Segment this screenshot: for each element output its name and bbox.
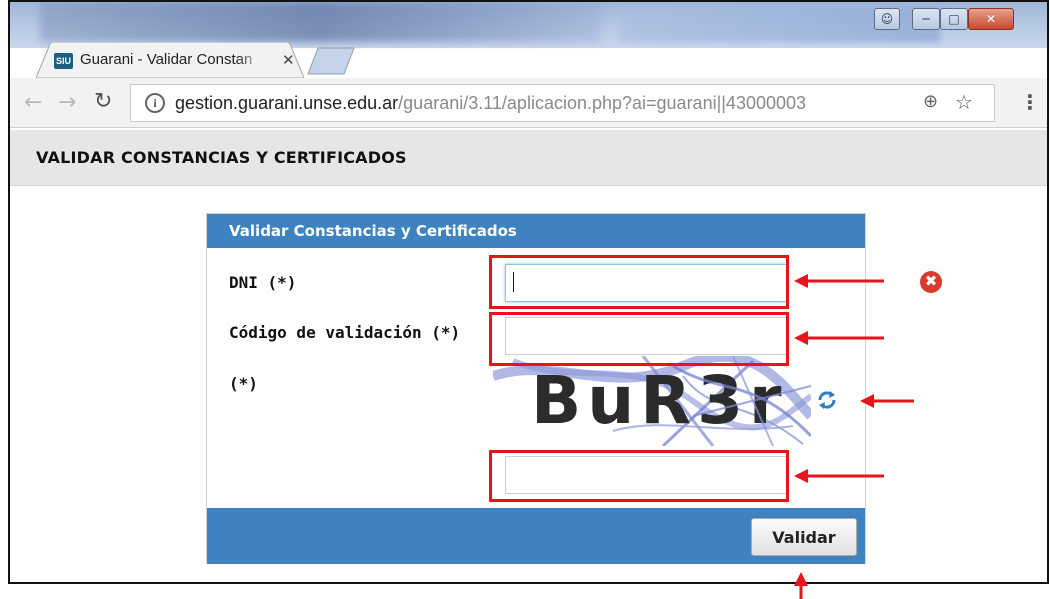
captcha-image: BuR3r	[493, 356, 811, 446]
address-bar[interactable]: i gestion.guarani.unse.edu.ar/guarani/3.…	[130, 84, 995, 122]
tab-title: Guarani - Validar Constan	[80, 51, 253, 68]
annotation-box-captcha	[489, 450, 789, 502]
dni-label: DNI (*)	[229, 273, 297, 292]
star-icon[interactable]: ☆	[955, 90, 973, 114]
browser-tab[interactable]: SIU Guarani - Validar Constan ✕	[36, 42, 304, 78]
error-icon: ✖	[920, 271, 942, 293]
url-text[interactable]: gestion.guarani.unse.edu.ar/guarani/3.11…	[175, 93, 806, 114]
page-title: VALIDAR CONSTANCIAS Y CERTIFICADOS	[36, 148, 407, 167]
new-tab-button[interactable]	[306, 46, 356, 76]
panel-header: Validar Constancias y Certificados	[207, 214, 865, 248]
annotation-box-codigo	[489, 312, 789, 366]
refresh-icon[interactable]	[815, 388, 839, 412]
validar-button[interactable]: Validar	[751, 518, 857, 556]
minimize-icon[interactable]: ─	[912, 8, 940, 30]
zoom-icon[interactable]: ⊕	[923, 91, 938, 112]
blurred-desktop-background	[40, 2, 600, 42]
panel-title: Validar Constancias y Certificados	[229, 222, 517, 240]
page-header: VALIDAR CONSTANCIAS Y CERTIFICADOS	[10, 130, 1047, 186]
menu-icon[interactable]: ⋮	[1020, 90, 1040, 114]
forward-icon[interactable]: →	[58, 90, 76, 115]
captcha-noise-overlay	[672, 356, 811, 446]
window-controls: ☺ ─ □ ✕	[872, 8, 1047, 32]
close-icon[interactable]: ✕	[968, 8, 1014, 30]
browser-toolbar: ← → ↻ i gestion.guarani.unse.edu.ar/guar…	[10, 78, 1047, 128]
annotation-box-dni	[489, 255, 789, 309]
tab-close-icon[interactable]: ✕	[282, 51, 295, 69]
reload-icon[interactable]: ↻	[94, 89, 112, 114]
captcha-required-label: (*)	[229, 374, 258, 393]
siu-favicon-icon: SIU	[54, 53, 73, 69]
user-icon[interactable]: ☺	[874, 8, 900, 30]
url-host: gestion.guarani.unse.edu.ar	[175, 93, 399, 113]
back-icon[interactable]: ←	[24, 90, 42, 115]
info-icon[interactable]: i	[145, 93, 165, 113]
codigo-label: Código de validación (*)	[229, 323, 461, 342]
url-path: /guarani/3.11/aplicacion.php?ai=guarani|…	[398, 93, 807, 113]
panel-footer: Validar	[207, 508, 865, 564]
maximize-icon[interactable]: □	[940, 8, 968, 30]
